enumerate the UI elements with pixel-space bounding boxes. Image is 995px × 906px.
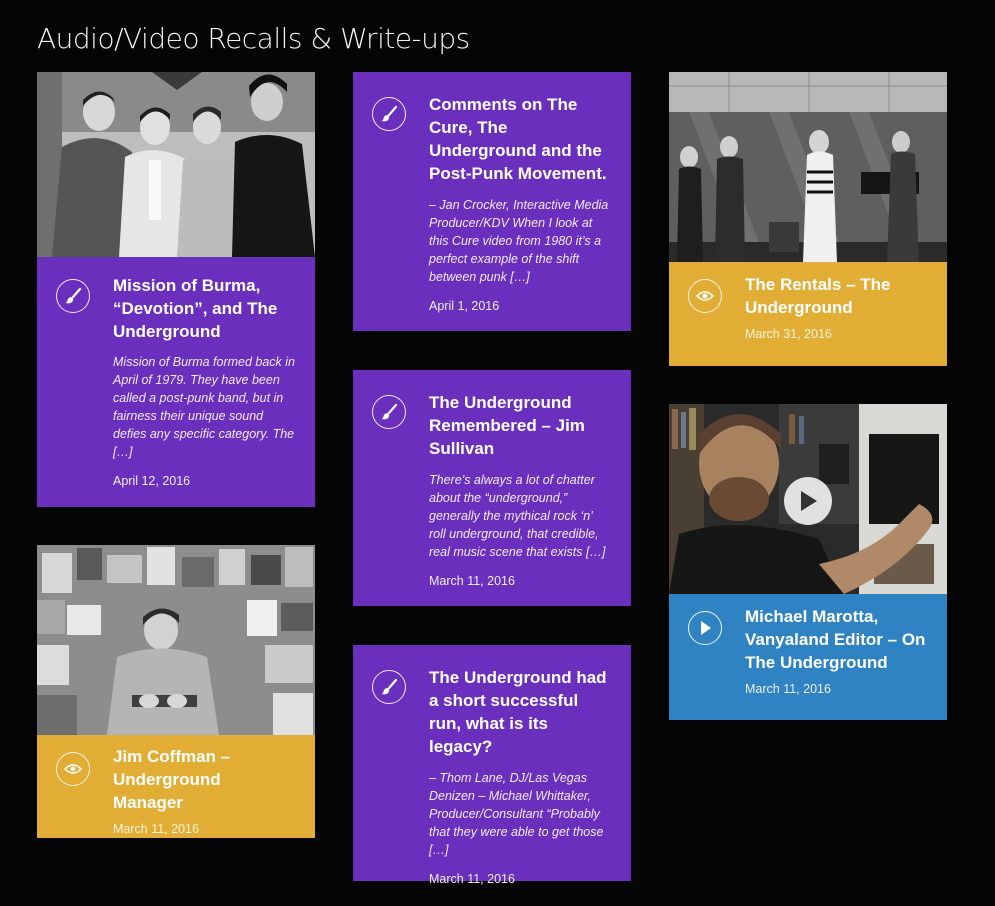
post-excerpt: There’s always a lot of chatter about th…	[429, 473, 606, 559]
post-title[interactable]: Jim Coffman – Underground Manager	[113, 745, 295, 814]
post-date: March 31, 2016	[745, 327, 832, 341]
post-title[interactable]: Comments on The Cure, The Underground an…	[429, 93, 611, 185]
post-date: March 11, 2016	[429, 574, 515, 588]
play-icon	[688, 611, 722, 645]
eye-icon	[56, 752, 90, 786]
stage-photo-thumbnail[interactable]	[669, 72, 947, 262]
post-excerpt: – Thom Lane, DJ/Las Vegas Denizen – Mich…	[429, 771, 604, 857]
post-card-underground-legacy[interactable]: The Underground had a short successful r…	[353, 645, 631, 886]
post-title[interactable]: The Underground had a short successful r…	[429, 666, 611, 758]
post-excerpt: – Jan Crocker, Interactive Media Produce…	[429, 198, 609, 284]
post-date: March 11, 2016	[429, 872, 515, 886]
post-title[interactable]: The Rentals – The Underground	[745, 273, 927, 319]
video-play-button[interactable]	[784, 477, 832, 525]
brush-icon	[372, 395, 406, 429]
post-card-comments-on-the-cure[interactable]: Comments on The Cure, The Underground an…	[353, 72, 631, 331]
page-title: Audio/Video Recalls & Write-ups	[37, 22, 470, 55]
band-photo-thumbnail[interactable]	[37, 72, 315, 257]
post-date: March 11, 2016	[113, 822, 199, 836]
post-date: March 11, 2016	[745, 682, 831, 696]
post-title[interactable]: Mission of Burma, “Devotion”, and The Un…	[113, 274, 295, 343]
post-card-jim-coffman[interactable]: Jim Coffman – Underground Manager March …	[37, 545, 315, 838]
video-thumbnail[interactable]	[669, 404, 947, 594]
post-card-underground-remembered[interactable]: The Underground Remembered – Jim Sulliva…	[353, 370, 631, 606]
brush-icon	[372, 670, 406, 704]
brush-icon	[372, 97, 406, 131]
post-date: April 12, 2016	[113, 474, 191, 488]
post-card-the-rentals[interactable]: The Rentals – The Underground March 31, …	[669, 72, 947, 366]
brush-icon	[56, 279, 90, 313]
post-card-michael-marotta[interactable]: Michael Marotta, Vanyaland Editor – On T…	[669, 404, 947, 720]
collage-photo-thumbnail[interactable]	[37, 545, 315, 735]
eye-icon	[688, 279, 722, 313]
post-title[interactable]: The Underground Remembered – Jim Sulliva…	[429, 391, 611, 460]
post-excerpt: Mission of Burma formed back in April of…	[113, 355, 296, 459]
post-date: April 1, 2016	[429, 299, 500, 313]
post-title[interactable]: Michael Marotta, Vanyaland Editor – On T…	[745, 605, 927, 674]
post-card-mission-of-burma[interactable]: Mission of Burma, “Devotion”, and The Un…	[37, 72, 315, 507]
